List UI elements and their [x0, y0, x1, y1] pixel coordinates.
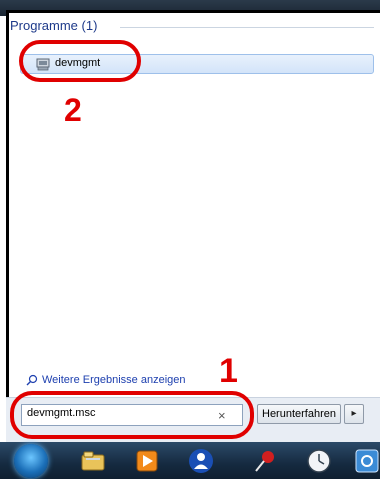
shutdown-options-arrow-icon[interactable]: ▸	[344, 404, 364, 424]
annotation-step-2: 2	[64, 92, 82, 128]
file-explorer-icon[interactable]	[80, 448, 106, 474]
more-results-label: Weitere Ergebnisse anzeigen	[42, 374, 186, 386]
programs-group-title: Programme (1)	[10, 18, 98, 33]
start-orb-icon[interactable]	[14, 444, 48, 478]
group-separator	[120, 27, 374, 28]
shutdown-button[interactable]: Herunterfahren	[257, 404, 341, 424]
pin-icon[interactable]	[252, 448, 278, 474]
media-player-icon[interactable]	[134, 448, 160, 474]
annotation-ring-search	[10, 391, 254, 439]
search-icon	[26, 374, 38, 386]
clock-icon[interactable]	[306, 448, 332, 474]
user-icon[interactable]	[188, 448, 214, 474]
more-results-link[interactable]: Weitere Ergebnisse anzeigen	[26, 374, 186, 386]
app-icon[interactable]	[354, 448, 380, 474]
annotation-step-1: 1	[219, 352, 238, 390]
annotation-ring-result	[19, 40, 141, 82]
